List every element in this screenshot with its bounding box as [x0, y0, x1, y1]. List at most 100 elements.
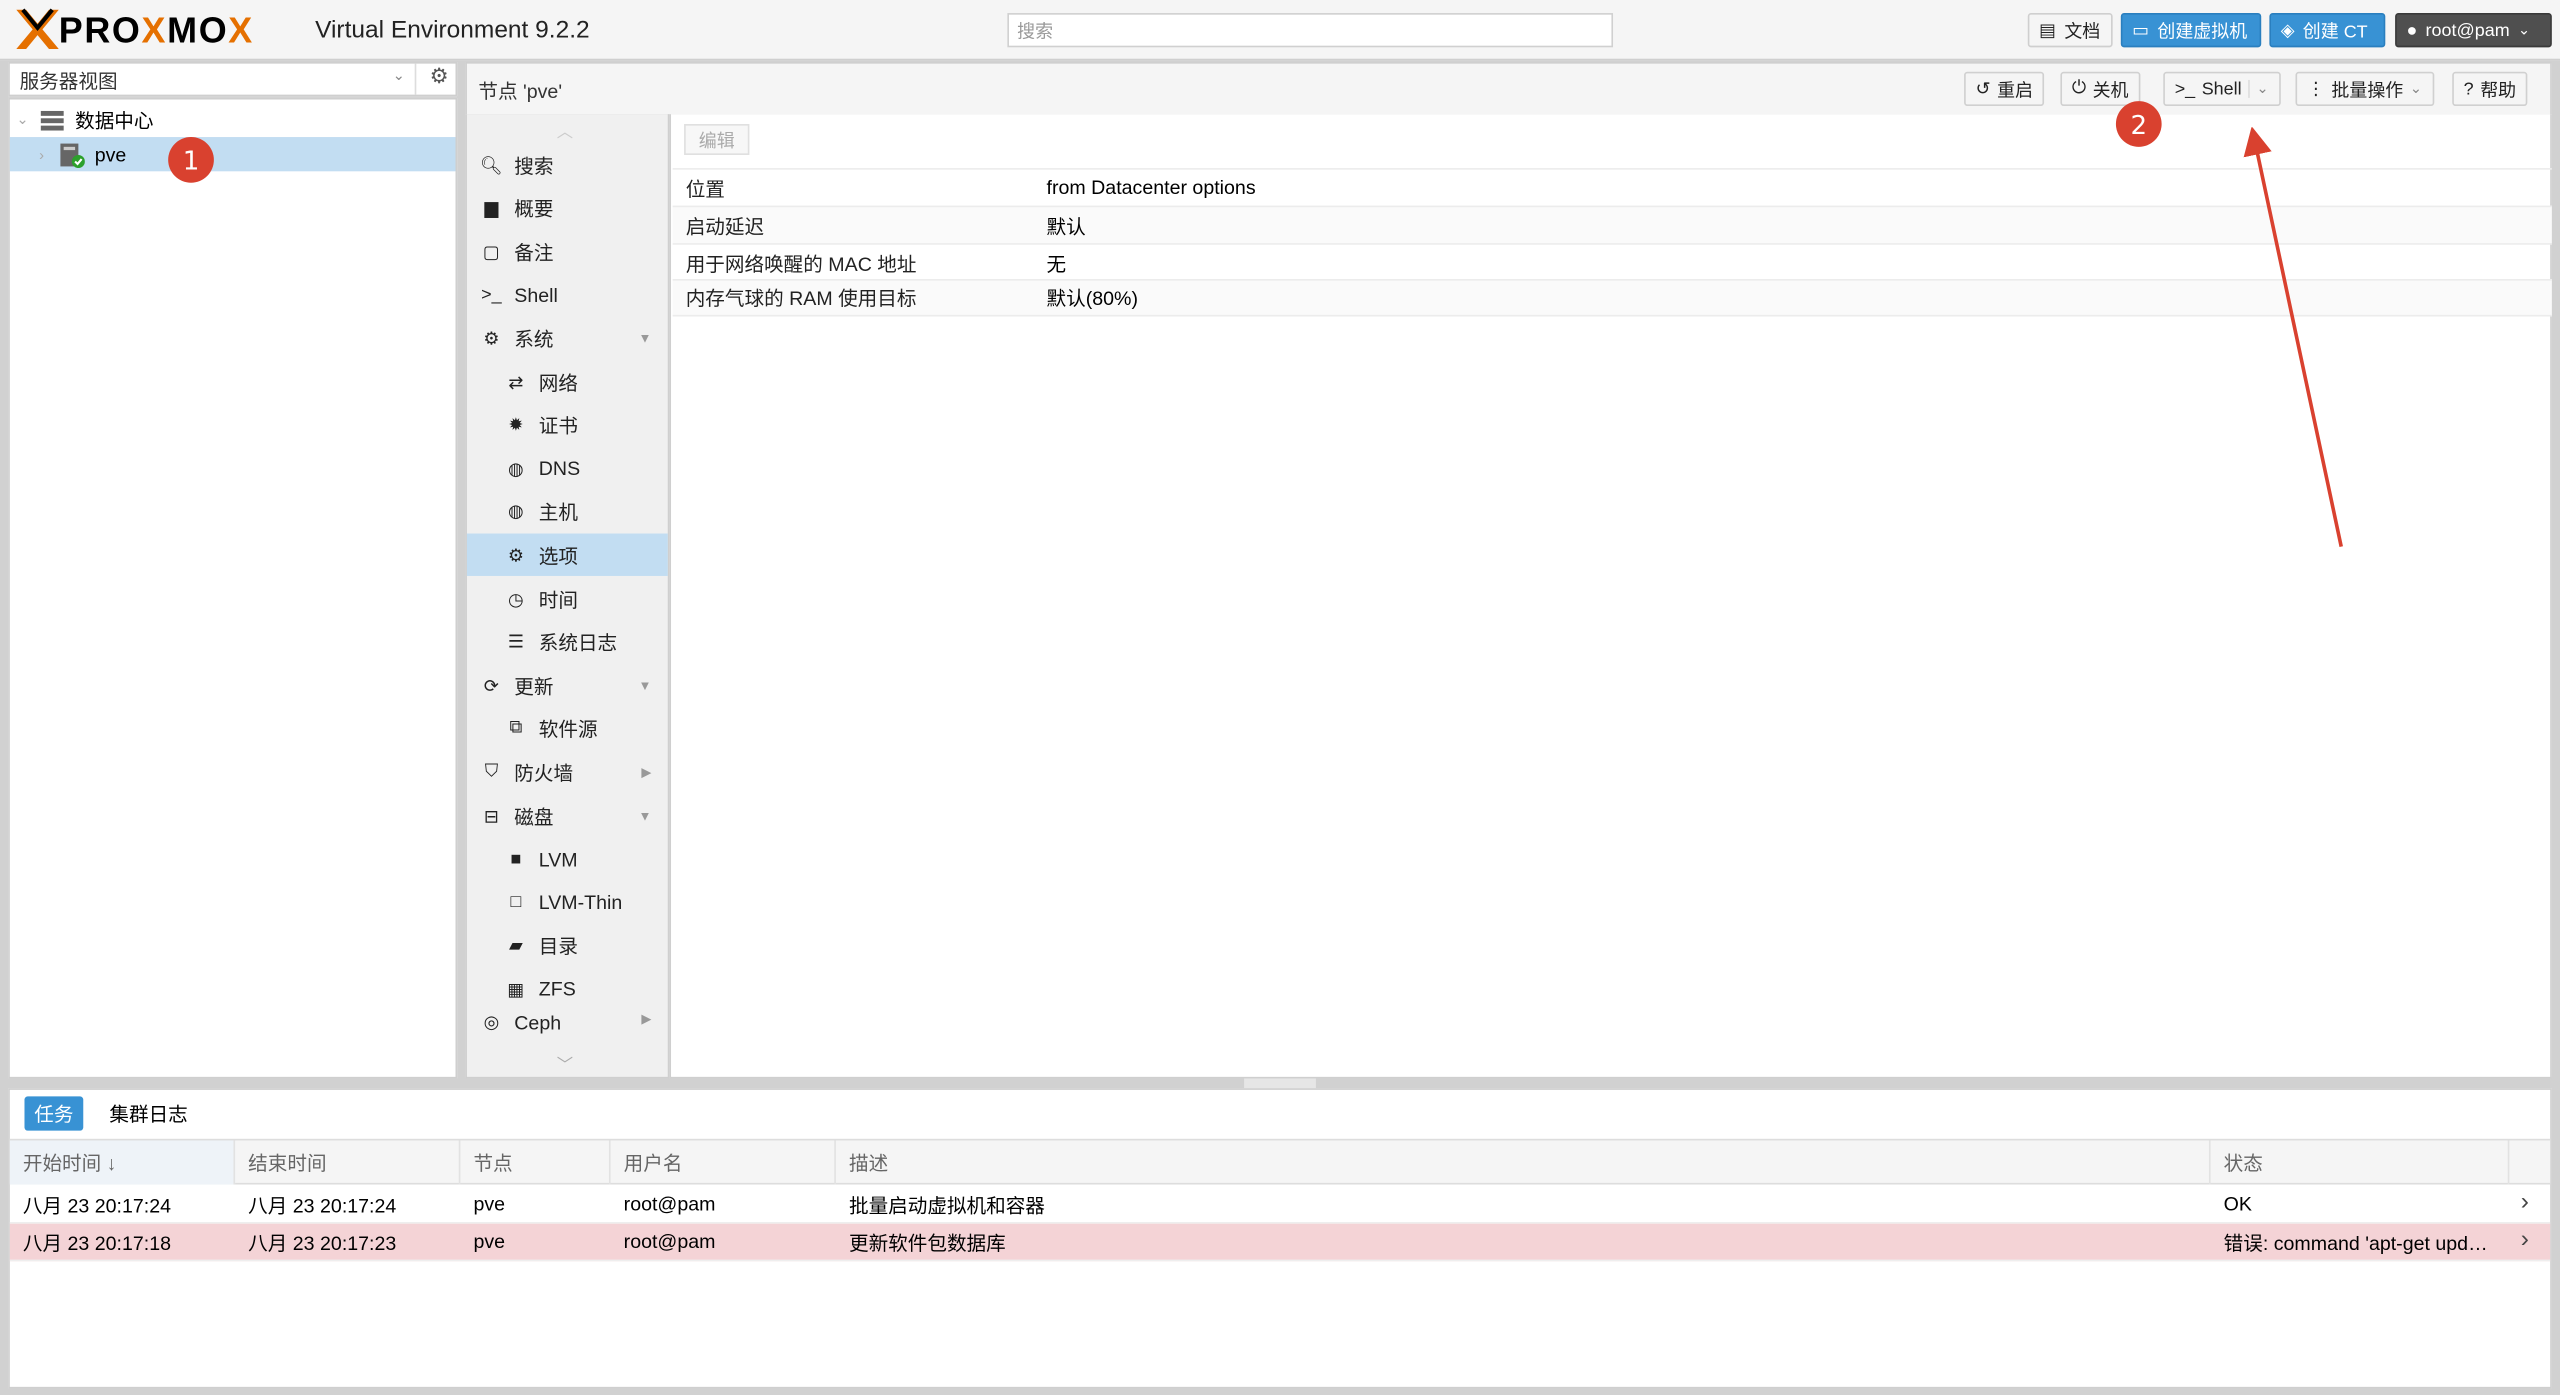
cell-description: 更新软件包数据库	[848, 1231, 1006, 1254]
nav-item-3[interactable]: >_ Shell	[467, 274, 668, 316]
table-row[interactable]: 八月 23 20:17:24 八月 23 20:17:24 pve root@p…	[9, 1186, 2551, 1224]
column-end-time[interactable]: 结束时间	[235, 1140, 461, 1185]
page-title: 节点 'pve'	[478, 79, 563, 103]
create-ct-button[interactable]: ◈ 创建 CT	[2269, 13, 2386, 48]
cell-node: pve	[473, 1230, 506, 1254]
node-header: 节点 'pve' ↺ 重启 ⏻ 关机 >_ Shell ⌄ ⋮ 批量操作 ⌄ ?…	[465, 62, 2552, 115]
chevron-down-icon[interactable]: ⌄	[2248, 79, 2269, 98]
bulk-actions-label: 批量操作	[2331, 80, 2404, 101]
chevron-down-icon: ⌄	[392, 66, 405, 84]
nav-item-19[interactable]: ▦ ZFS	[467, 968, 668, 1010]
nav-item-label: LVM-Thin	[538, 891, 623, 914]
shield-icon: ⛉	[484, 761, 499, 782]
nav-item-0[interactable]: 🔍︎ 搜索	[467, 144, 668, 186]
scroll-down-icon[interactable]: ﹀	[557, 1051, 573, 1075]
caret-down-icon[interactable]: ▼	[638, 331, 651, 346]
scroll-up-icon[interactable]: ︿	[557, 117, 573, 142]
nav-item-15[interactable]: ⊟ 磁盘 ▼	[467, 795, 668, 837]
nav-item-16[interactable]: ■ LVM	[467, 838, 668, 880]
nav-item-17[interactable]: □ LVM-Thin	[467, 881, 668, 923]
nav-item-label: 时间	[538, 588, 578, 612]
nav-item-7[interactable]: ◍ DNS	[467, 447, 668, 489]
shell-button[interactable]: >_ Shell ⌄	[2163, 71, 2281, 107]
option-key: 内存气球的 RAM 使用目标	[685, 287, 917, 311]
nav-item-13[interactable]: ⧉ 软件源	[467, 708, 668, 750]
tree-item-pve[interactable]: › pve	[9, 137, 456, 172]
help-button[interactable]: ? 帮助	[2452, 71, 2528, 107]
nav-item-9[interactable]: ⚙ 选项	[466, 534, 668, 577]
cube-icon: ◈	[2280, 21, 2295, 41]
node-nav-menu: ︿ 🔍︎ 搜索 ▆ 概要 ▢ 备注 >_ Shell ⚙ 系统 ▼ ⇄ 网络 ✹ 证书 ◍ DNS ◍ 主机 ⚙ 选项 ◷…	[465, 114, 670, 1079]
nav-item-label: 备注	[514, 240, 554, 264]
cell-end: 八月 23 20:17:23	[248, 1231, 397, 1254]
tab-cluster-log[interactable]: 集群日志	[100, 1096, 198, 1130]
docs-button[interactable]: ▤ 文档	[2027, 13, 2113, 48]
clock-icon: ◷	[508, 589, 524, 610]
proxmox-logo: PROXMOX	[58, 9, 254, 51]
table-row[interactable]: 八月 23 20:17:18 八月 23 20:17:23 pve root@p…	[9, 1223, 2551, 1262]
globe-icon: ◍	[508, 459, 524, 480]
caret-right-icon[interactable]: ▶	[641, 765, 651, 780]
caret-down-icon[interactable]: ▼	[638, 678, 651, 693]
nav-item-label: ZFS	[538, 977, 576, 1001]
tree-expand-icon[interactable]: ›	[39, 146, 59, 162]
nav-item-label: 证书	[538, 414, 578, 438]
option-value: 默认(80%)	[1046, 287, 1138, 311]
column-description[interactable]: 描述	[836, 1140, 2211, 1185]
create-vm-label: 创建虚拟机	[2157, 22, 2248, 42]
column-status[interactable]: 状态	[2211, 1140, 2510, 1185]
shutdown-button[interactable]: ⏻ 关机	[2060, 71, 2140, 107]
nav-item-label: 网络	[538, 371, 578, 395]
cogs-icon: ⚙	[483, 329, 500, 349]
nav-item-10[interactable]: ◷ 时间	[467, 578, 668, 620]
nav-item-20[interactable]: ◎ Ceph ▶	[467, 1012, 668, 1035]
nav-item-6[interactable]: ✹ 证书	[467, 404, 668, 446]
bulk-actions-button[interactable]: ⋮ 批量操作 ⌄	[2295, 71, 2434, 107]
question-circle-icon: ?	[2463, 79, 2474, 99]
note-icon: ▢	[482, 242, 500, 263]
chevron-right-icon[interactable]: ›	[2521, 1225, 2529, 1253]
nav-item-14[interactable]: ⛉ 防火墙 ▶	[467, 751, 668, 793]
list-icon: ☰	[507, 633, 524, 653]
search-input[interactable]: 搜索	[1007, 13, 1614, 48]
tab-tasks[interactable]: 任务	[24, 1096, 84, 1131]
edit-button[interactable]: 编辑	[684, 124, 750, 156]
create-vm-button[interactable]: ▭ 创建虚拟机	[2120, 13, 2262, 48]
nav-item-12[interactable]: ⟳ 更新 ▼	[467, 664, 668, 706]
ellipsis-vertical-icon: ⋮	[2306, 79, 2325, 100]
panel-splitter-handle[interactable]	[1244, 1078, 1316, 1089]
nav-item-1[interactable]: ▆ 概要	[467, 187, 668, 229]
task-log-panel: 任务 集群日志 开始时间 ↓ 结束时间 节点 用户名 描述 状态 八月 23 2…	[8, 1088, 2552, 1389]
user-menu-button[interactable]: ● root@pam ⌄	[2395, 13, 2552, 48]
datacenter-icon	[40, 110, 64, 130]
tree-item-datacenter[interactable]: ⌄ 数据中心	[10, 103, 456, 137]
proxmox-logo-icon	[16, 8, 59, 49]
option-value: from Datacenter options	[1046, 176, 1256, 200]
nav-item-18[interactable]: ▰ 目录	[467, 925, 668, 967]
nav-item-label: 搜索	[514, 154, 554, 178]
view-selector[interactable]: 服务器视图 ⌄	[13, 63, 417, 95]
nav-item-11[interactable]: ☰ 系统日志	[467, 621, 668, 663]
column-user[interactable]: 用户名	[611, 1140, 836, 1185]
reboot-button[interactable]: ↺ 重启	[1964, 71, 2045, 107]
caret-right-icon[interactable]: ▶	[641, 1012, 651, 1027]
gear-icon[interactable]: ⚙	[423, 64, 456, 95]
nav-item-2[interactable]: ▢ 备注	[467, 230, 668, 272]
nav-item-4[interactable]: ⚙ 系统 ▼	[467, 317, 668, 359]
cell-start: 八月 23 20:17:24	[22, 1193, 171, 1217]
square-icon: ■	[510, 849, 522, 869]
tree-item-label: 数据中心	[75, 109, 154, 133]
reboot-label: 重启	[1997, 80, 2034, 101]
view-selector-label: 服务器视图	[19, 70, 118, 94]
chevron-right-icon[interactable]: ›	[2521, 1188, 2529, 1216]
nav-item-5[interactable]: ⇄ 网络	[467, 361, 668, 403]
column-node[interactable]: 节点	[460, 1140, 611, 1185]
resource-tree: ⌄ 数据中心 › pve	[8, 97, 458, 1079]
node-online-icon	[60, 142, 85, 168]
square-outline-icon: □	[510, 892, 522, 913]
nav-item-label: 主机	[538, 501, 578, 525]
column-start-time[interactable]: 开始时间 ↓	[9, 1140, 236, 1185]
caret-down-icon[interactable]: ▼	[638, 808, 651, 823]
nav-item-8[interactable]: ◍ 主机	[467, 491, 668, 533]
tree-collapse-icon[interactable]: ⌄	[16, 111, 36, 129]
